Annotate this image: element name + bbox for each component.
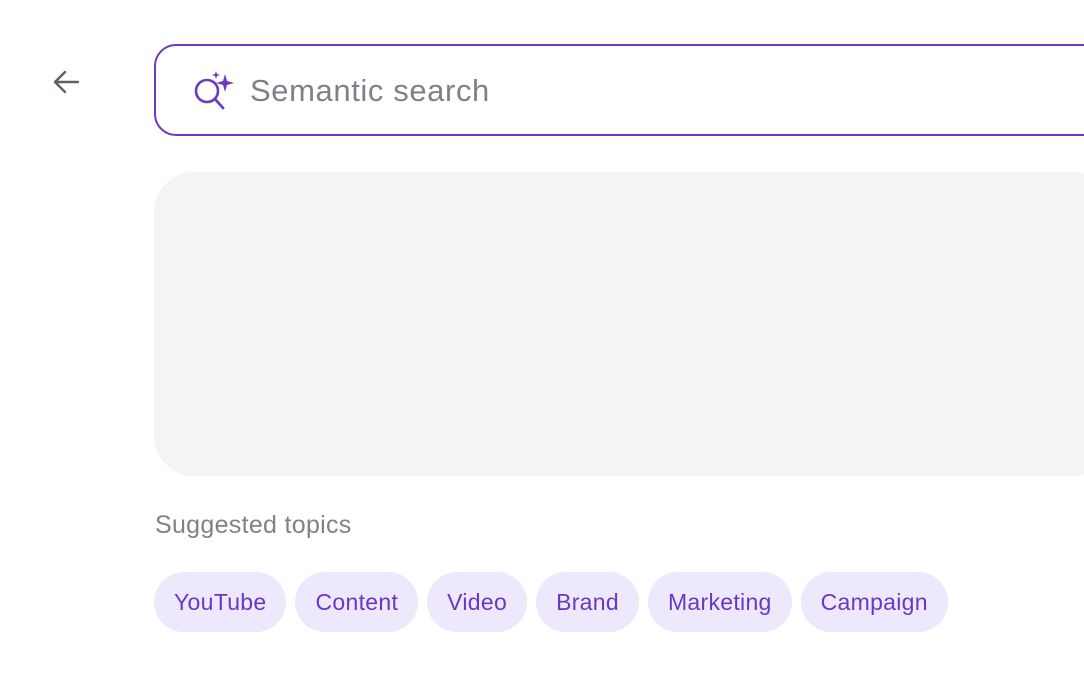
topic-chip-campaign[interactable]: Campaign [800, 572, 948, 632]
suggested-topics-label: Suggested topics [155, 511, 352, 539]
suggested-topics-list: YouTube Content Video Brand Marketing Ca… [154, 572, 948, 632]
topic-chip-video[interactable]: Video [427, 572, 528, 632]
magic-search-icon [192, 70, 236, 112]
topic-chip-marketing[interactable]: Marketing [647, 572, 792, 632]
back-button[interactable] [46, 66, 86, 102]
topic-chip-brand[interactable]: Brand [536, 572, 639, 632]
topic-chip-youtube[interactable]: YouTube [154, 572, 287, 632]
semantic-search-input[interactable] [250, 66, 1010, 116]
topic-chip-content[interactable]: Content [295, 572, 419, 632]
search-box[interactable] [154, 44, 1084, 136]
arrow-left-icon [51, 69, 81, 100]
results-panel [154, 172, 1084, 476]
